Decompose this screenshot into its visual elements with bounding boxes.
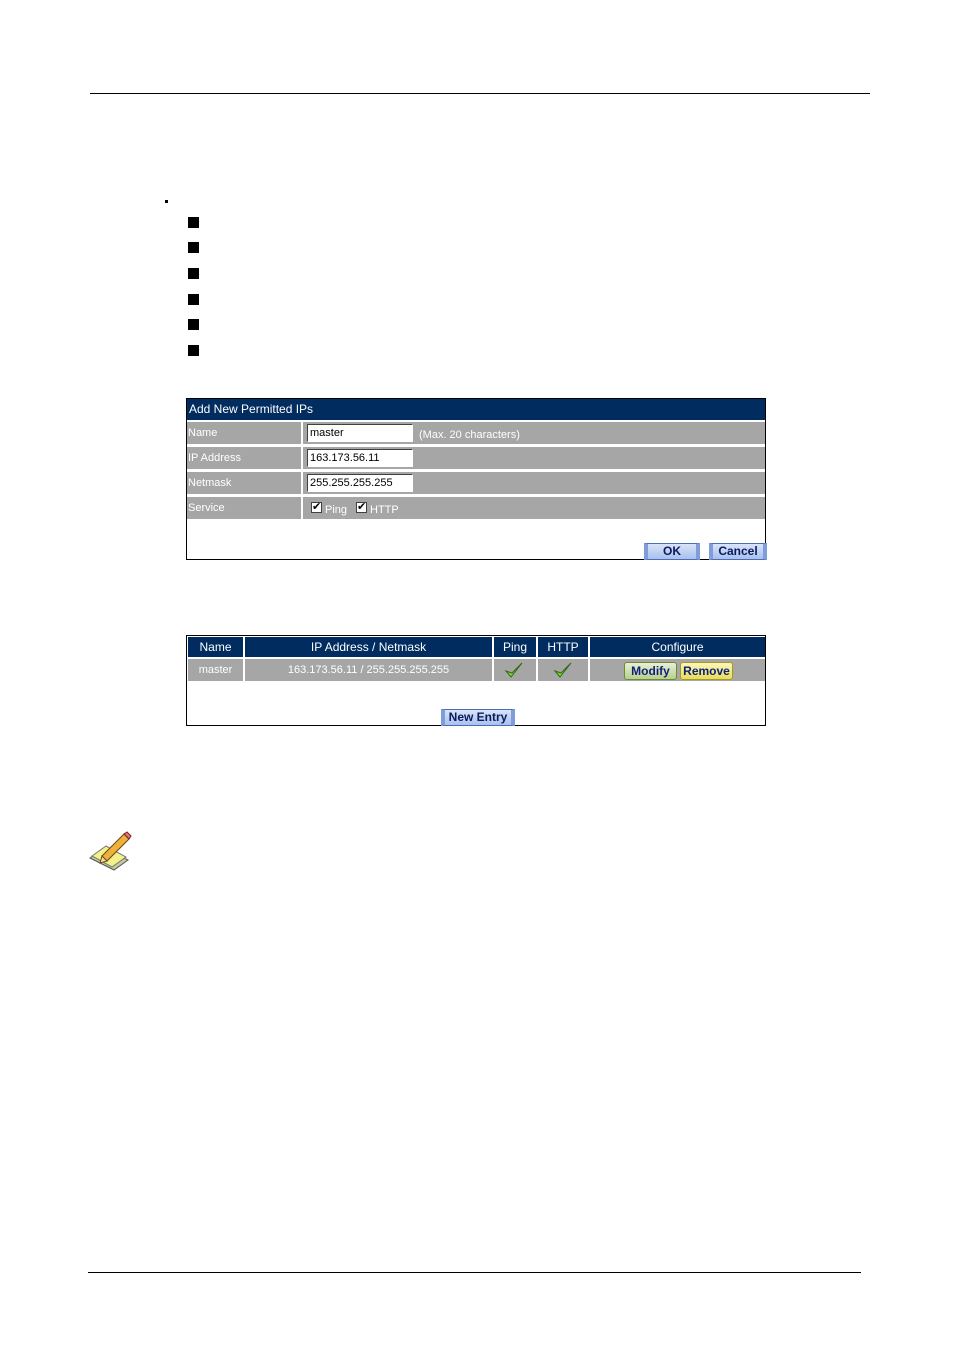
note-pencil-icon (89, 831, 132, 871)
remove-button[interactable]: Remove (680, 662, 733, 680)
check-icon (504, 662, 523, 678)
name-label: Name (187, 422, 303, 444)
row-name: master (188, 659, 243, 681)
add-permitted-ip-form: Add New Permitted IPs Name (Max. 20 char… (186, 398, 767, 560)
check-icon (553, 662, 572, 678)
ip-address-label: IP Address (187, 447, 303, 469)
row-ip-netmask: 163.173.56.11 / 255.255.255.255 (245, 659, 492, 681)
form-title: Add New Permitted IPs (187, 399, 765, 420)
square-bullet-icon (188, 345, 199, 356)
footer-rule (88, 1272, 861, 1273)
ping-checkbox-label: Ping (325, 504, 348, 516)
http-checkbox-label: HTTP (370, 504, 399, 516)
square-bullet-icon (188, 242, 199, 253)
header-rule (90, 93, 870, 94)
service-row: Service ✔ Ping ✔ HTTP (187, 497, 765, 519)
name-hint: (Max. 20 characters) (419, 429, 520, 441)
ip-address-row: IP Address (187, 447, 765, 469)
netmask-label: Netmask (187, 472, 303, 494)
ping-checkbox[interactable]: ✔ (311, 502, 322, 513)
small-bullet (165, 200, 168, 203)
square-bullet-icon (188, 319, 199, 330)
name-input[interactable] (307, 424, 413, 442)
square-bullet-icon (188, 268, 199, 279)
name-row: Name (Max. 20 characters) (187, 422, 765, 444)
http-checkbox[interactable]: ✔ (356, 502, 367, 513)
ok-button[interactable]: OK (644, 543, 700, 560)
service-label: Service (187, 497, 303, 519)
square-bullet-icon (188, 217, 199, 228)
col-header-configure: Configure (590, 637, 765, 657)
square-bullet-icon (188, 294, 199, 305)
permitted-ips-table: Name IP Address / Netmask Ping HTTP Conf… (186, 635, 766, 726)
netmask-row: Netmask (187, 472, 765, 494)
cancel-button[interactable]: Cancel (709, 543, 767, 560)
new-entry-button[interactable]: New Entry (441, 709, 515, 726)
col-header-name: Name (188, 637, 243, 657)
ip-address-input[interactable] (307, 449, 413, 467)
modify-button[interactable]: Modify (624, 662, 677, 680)
netmask-input[interactable] (307, 474, 413, 492)
col-header-ip-netmask: IP Address / Netmask (245, 637, 492, 657)
col-header-http: HTTP (538, 637, 588, 657)
col-header-ping: Ping (494, 637, 536, 657)
